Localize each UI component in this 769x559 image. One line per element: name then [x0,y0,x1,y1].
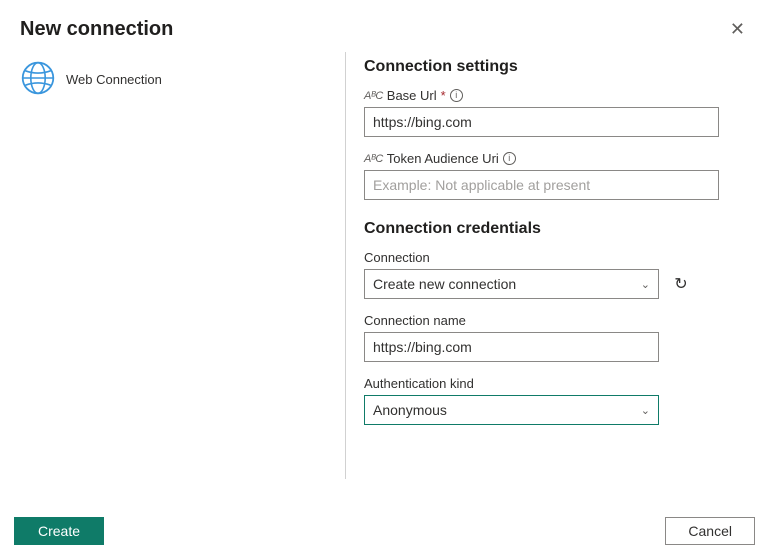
auth-kind-field-group: Authentication kind Anonymous ⌄ [364,376,749,425]
close-icon: ✕ [730,19,745,39]
connection-select-value: Create new connection [373,276,516,292]
left-pane: Web Connection [20,50,345,499]
connection-select[interactable]: Create new connection ⌄ [364,269,659,299]
auth-kind-select-value: Anonymous [373,402,447,418]
token-audience-label: Token Audience Uri [387,151,499,166]
close-button[interactable]: ✕ [726,16,749,42]
text-type-icon: AᴮC [364,153,383,165]
connection-type-item[interactable]: Web Connection [20,60,345,99]
base-url-label: Base Url [387,88,437,103]
token-audience-field-group: AᴮC Token Audience Uri i [364,151,749,200]
base-url-input[interactable] [364,107,719,137]
create-button[interactable]: Create [14,517,104,545]
dialog-title: New connection [20,18,173,41]
refresh-icon: ↻ [674,274,687,294]
info-icon[interactable]: i [503,152,516,165]
chevron-down-icon: ⌄ [641,404,650,417]
globe-icon [20,60,56,99]
text-type-icon: AᴮC [364,90,383,102]
info-icon[interactable]: i [450,89,463,102]
connection-field-group: Connection Create new connection ⌄ ↻ [364,250,749,299]
connection-label: Connection [364,250,749,265]
auth-kind-select[interactable]: Anonymous ⌄ [364,395,659,425]
connection-type-label: Web Connection [66,72,162,87]
credentials-section-title: Connection credentials [364,220,749,238]
auth-kind-label: Authentication kind [364,376,749,391]
connection-name-label: Connection name [364,313,749,328]
dialog-footer: Create Cancel [0,507,769,559]
right-pane: Connection settings AᴮC Base Url * i AᴮC… [346,50,749,499]
cancel-button[interactable]: Cancel [665,517,755,545]
connection-name-field-group: Connection name [364,313,749,362]
settings-section-title: Connection settings [364,58,749,76]
connection-name-input[interactable] [364,332,659,362]
token-audience-input[interactable] [364,170,719,200]
required-indicator: * [441,88,446,103]
refresh-button[interactable]: ↻ [669,272,693,296]
chevron-down-icon: ⌄ [641,278,650,291]
base-url-field-group: AᴮC Base Url * i [364,88,749,137]
